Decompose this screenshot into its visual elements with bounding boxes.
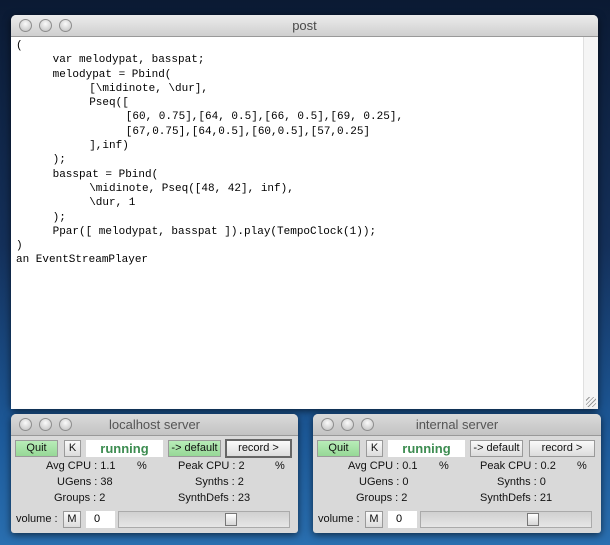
post-output: ( var melodypat, basspat; melodypat = Pbin… bbox=[16, 39, 403, 268]
localhost-server-window: localhost server Quit K running -> defau… bbox=[11, 414, 298, 533]
peak-cpu: Peak CPU : 0.2 bbox=[480, 460, 556, 472]
window-title: post bbox=[292, 18, 317, 33]
volume-label: volume : bbox=[16, 513, 58, 525]
synthdefs: SynthDefs : 21 bbox=[480, 492, 553, 504]
close-icon[interactable] bbox=[19, 19, 32, 32]
post-line: melodypat = Pbind( bbox=[52, 68, 172, 81]
post-line: [\midinote, \dur], bbox=[89, 82, 209, 95]
post-window: post ( var melodypat, basspat; melodypat =… bbox=[11, 15, 598, 409]
avg-cpu-unit: % bbox=[439, 460, 449, 472]
post-line: an EventStreamPlayer bbox=[16, 254, 149, 267]
kill-button[interactable]: K bbox=[366, 440, 383, 457]
window-title: localhost server bbox=[108, 417, 201, 432]
post-line: ) bbox=[16, 240, 23, 253]
quit-button[interactable]: Quit bbox=[317, 440, 360, 457]
window-title: internal server bbox=[415, 417, 499, 432]
post-line: Pseq([ bbox=[89, 97, 129, 110]
post-line: basspat = Pbind( bbox=[52, 168, 159, 181]
kill-button[interactable]: K bbox=[64, 440, 81, 457]
volume-label: volume : bbox=[318, 513, 360, 525]
post-line: \midinote, Pseq([48, 42], inf), bbox=[89, 182, 294, 195]
volume-slider[interactable] bbox=[420, 511, 592, 528]
post-line: ],inf) bbox=[89, 140, 129, 153]
post-line: Ppar([ melodypat, basspat ]).play(TempoC… bbox=[52, 225, 377, 238]
scrollbar[interactable] bbox=[583, 37, 598, 409]
post-line: ( bbox=[16, 40, 23, 52]
avg-cpu-unit: % bbox=[137, 460, 147, 472]
status-field: running bbox=[388, 440, 465, 457]
internal-server-window: internal server Quit K running -> defaul… bbox=[313, 414, 601, 533]
synths: Synths : 0 bbox=[497, 476, 546, 488]
zoom-icon[interactable] bbox=[59, 418, 72, 431]
minimize-icon[interactable] bbox=[39, 418, 52, 431]
volume-input[interactable]: 0 bbox=[388, 511, 417, 528]
minimize-icon[interactable] bbox=[341, 418, 354, 431]
server-title-bar[interactable]: internal server bbox=[313, 414, 601, 436]
slider-thumb[interactable] bbox=[527, 513, 540, 526]
peak-cpu: Peak CPU : 2 bbox=[178, 460, 245, 472]
peak-cpu-unit: % bbox=[577, 460, 587, 472]
avg-cpu: Avg CPU : 1.1 bbox=[46, 460, 116, 472]
status-field: running bbox=[86, 440, 163, 457]
quit-button[interactable]: Quit bbox=[15, 440, 58, 457]
post-line: ); bbox=[52, 211, 66, 224]
post-line: [60, 0.75],[64, 0.5],[66, 0.5],[69, 0.25… bbox=[125, 111, 404, 124]
record-button[interactable]: record > bbox=[529, 440, 595, 457]
default-button[interactable]: -> default bbox=[168, 440, 221, 457]
post-line: \dur, 1 bbox=[89, 197, 136, 210]
default-button[interactable]: -> default bbox=[470, 440, 523, 457]
ugens: UGens : 0 bbox=[359, 476, 409, 488]
synthdefs: SynthDefs : 23 bbox=[178, 492, 251, 504]
mute-button[interactable]: M bbox=[63, 511, 81, 528]
post-line: [67,0.75],[64,0.5],[60,0.5],[57,0.25] bbox=[125, 125, 371, 138]
post-title-bar[interactable]: post bbox=[11, 15, 598, 37]
close-icon[interactable] bbox=[19, 418, 32, 431]
groups: Groups : 2 bbox=[54, 492, 106, 504]
groups: Groups : 2 bbox=[356, 492, 408, 504]
synths: Synths : 2 bbox=[195, 476, 244, 488]
zoom-icon[interactable] bbox=[59, 19, 72, 32]
zoom-icon[interactable] bbox=[361, 418, 374, 431]
ugens: UGens : 38 bbox=[57, 476, 113, 488]
record-button[interactable]: record > bbox=[225, 439, 292, 458]
post-text-area[interactable]: ( var melodypat, basspat; melodypat = Pbin… bbox=[11, 37, 598, 409]
slider-thumb[interactable] bbox=[225, 513, 238, 526]
post-line: var melodypat, basspat; bbox=[52, 54, 205, 67]
minimize-icon[interactable] bbox=[39, 19, 52, 32]
volume-input[interactable]: 0 bbox=[86, 511, 115, 528]
peak-cpu-unit: % bbox=[275, 460, 285, 472]
close-icon[interactable] bbox=[321, 418, 334, 431]
volume-slider[interactable] bbox=[118, 511, 290, 528]
post-line: ); bbox=[52, 154, 66, 167]
resize-grip-icon[interactable] bbox=[586, 397, 596, 407]
avg-cpu: Avg CPU : 0.1 bbox=[348, 460, 418, 472]
mute-button[interactable]: M bbox=[365, 511, 383, 528]
server-title-bar[interactable]: localhost server bbox=[11, 414, 298, 436]
